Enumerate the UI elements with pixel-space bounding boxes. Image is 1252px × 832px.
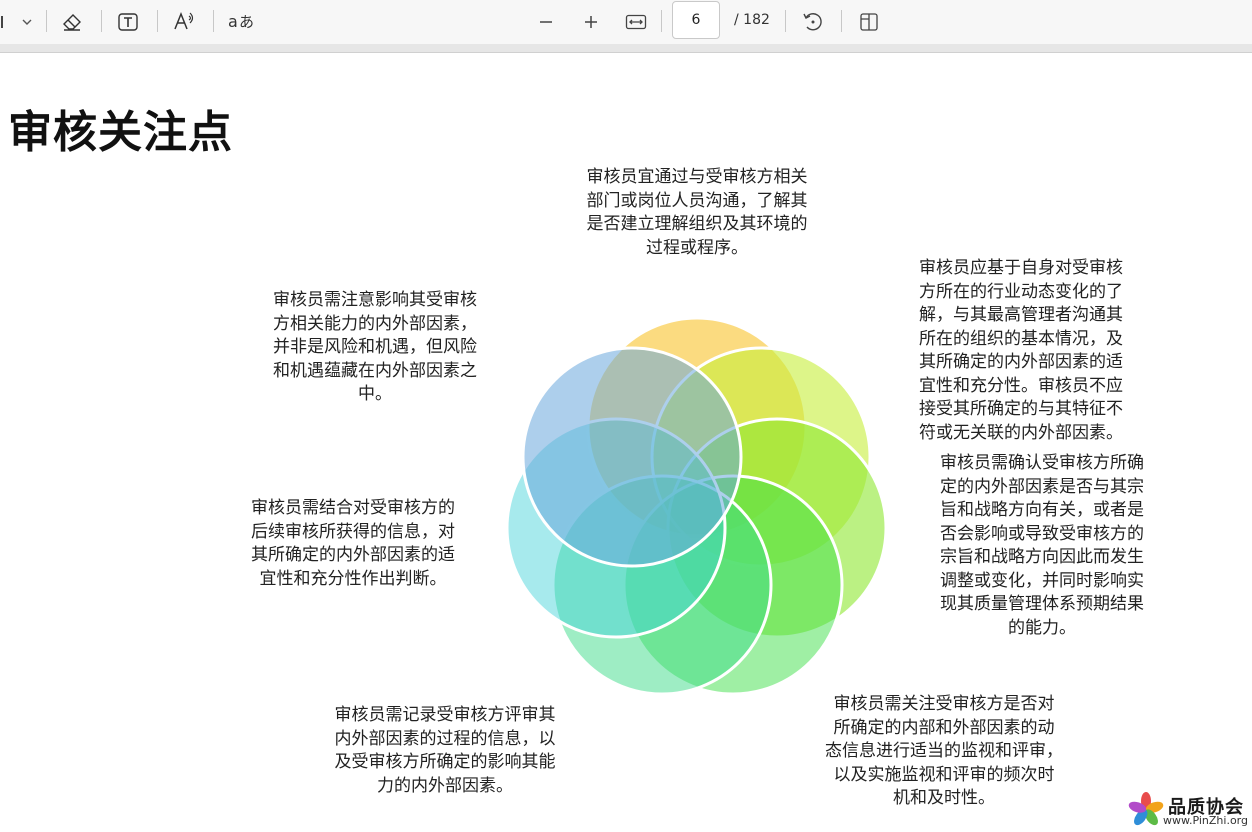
note-top: 审核员宜通过与受审核方相关 部门或岗位人员沟通，了解其 是否建立理解组织及其环境的过…	[586, 167, 808, 258]
note-upper-left: 审核员需注意影响其受审核 方相关能力的内外部因素， 并非是风险和机遇，但风险 和机遇蕴…	[273, 290, 477, 404]
note-left: 审核员需结合对受审核方的 后续审核所获得的信息，对 其所确定的内外部因素的适 宜性和充…	[251, 498, 455, 589]
venn-circle-7	[521, 346, 743, 568]
note-lower-right: 审核员需关注受审核方是否对 所确定的内部和外部因素的动 态信息进行适当的监视和评审，…	[825, 694, 1063, 808]
note-right: 审核员需确认受审核方所确 定的内外部因素是否与其宗 旨和战略方向有关，或者是 否会影响…	[940, 453, 1144, 638]
watermark-url: www.PinZhi.org	[1163, 814, 1248, 827]
note-lower-left: 审核员需记录受审核方评审其 内外部因素的过程的信息，以 及受审核方所确定的影响其能力…	[334, 705, 556, 796]
note-upper-right: 审核员应基于自身对受审核 方所在的行业动态变化的了 解，与其最高管理者沟通其 所在的组…	[919, 258, 1123, 443]
